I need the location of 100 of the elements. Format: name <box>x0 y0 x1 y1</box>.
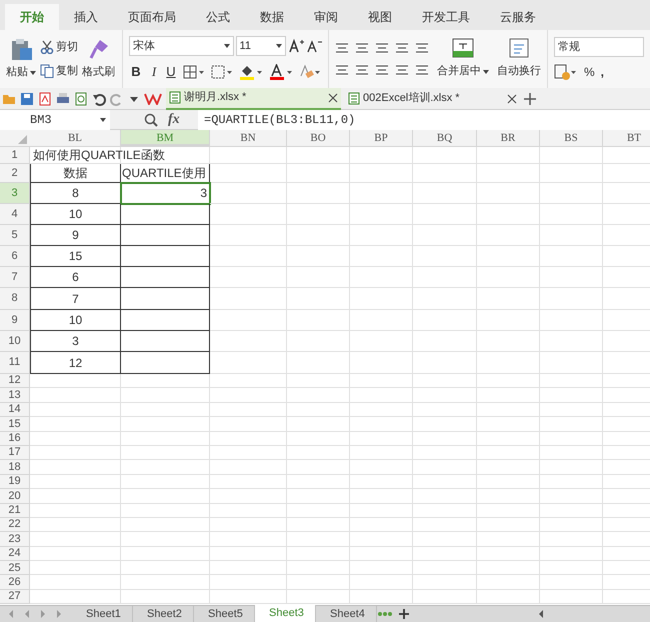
sheet-tab[interactable]: Sheet2 <box>133 606 194 622</box>
column-header[interactable]: BQ <box>413 130 477 146</box>
column-header[interactable]: BO <box>287 130 350 146</box>
row-header[interactable]: 26 <box>0 575 30 590</box>
ribbon-tab[interactable]: 页面布局 <box>113 4 191 30</box>
zoom-icon[interactable] <box>144 112 158 126</box>
close-icon[interactable] <box>507 94 517 104</box>
wrap-text-button[interactable]: 自动换行 <box>497 38 541 80</box>
row-header[interactable]: 17 <box>0 446 30 460</box>
row-header[interactable]: 7 <box>0 267 30 288</box>
formula-field[interactable]: =QUARTILE(BL3:BL11,0) <box>198 110 650 130</box>
row-header[interactable]: 11 <box>0 352 30 374</box>
table-cell <box>477 331 540 352</box>
ribbon-tab[interactable]: 插入 <box>59 4 113 30</box>
column-header[interactable]: BS <box>540 130 603 146</box>
save-icon[interactable] <box>20 92 34 106</box>
scroll-left-icon[interactable] <box>537 609 545 619</box>
comma-button[interactable]: , <box>600 63 604 81</box>
wps-logo-icon[interactable] <box>144 92 162 104</box>
row-header[interactable]: 8 <box>0 288 30 310</box>
row-header[interactable]: 16 <box>0 432 30 446</box>
align-top-icon[interactable] <box>335 42 349 54</box>
document-tab[interactable]: 谢明月.xlsx * <box>166 88 341 110</box>
row-header[interactable]: 25 <box>0 561 30 576</box>
merge-center-label: 合并居中 <box>437 64 481 80</box>
row-header[interactable]: 10 <box>0 331 30 352</box>
underline-button[interactable]: U <box>165 62 177 82</box>
row-header[interactable]: 22 <box>0 518 30 532</box>
print-preview-icon[interactable] <box>74 92 88 106</box>
indent-icon[interactable] <box>415 42 429 54</box>
ribbon-tab[interactable]: 开发工具 <box>407 4 485 30</box>
add-icon[interactable] <box>524 92 536 104</box>
table-cell <box>287 331 350 352</box>
ribbon-tab[interactable]: 数据 <box>245 4 299 30</box>
name-box[interactable]: BM3 <box>0 110 110 130</box>
decrease-font-icon[interactable] <box>306 38 322 54</box>
clear-format-icon[interactable] <box>299 64 321 80</box>
align-right-icon[interactable] <box>375 64 389 76</box>
row-header[interactable]: 4 <box>0 204 30 225</box>
row-header[interactable]: 20 <box>0 489 30 504</box>
row-header[interactable]: 14 <box>0 402 30 418</box>
format-painter-button[interactable]: 格式刷 <box>82 38 115 80</box>
sheet-tab[interactable]: Sheet4 <box>316 606 377 622</box>
close-icon[interactable] <box>328 92 338 102</box>
cut-button[interactable]: 剪切 <box>40 38 78 55</box>
row-header[interactable]: 24 <box>0 546 30 562</box>
font-color-icon[interactable] <box>269 64 293 80</box>
ribbon-tab[interactable]: 开始 <box>5 4 59 30</box>
row-header[interactable]: 6 <box>0 246 30 267</box>
font-size-field[interactable]: 11 <box>236 36 286 56</box>
row-header[interactable]: 12 <box>0 374 30 388</box>
column-header[interactable]: BT <box>603 130 650 146</box>
pdf-icon[interactable] <box>38 92 52 106</box>
row-header[interactable]: 19 <box>0 474 30 490</box>
outdent-icon[interactable] <box>395 42 409 54</box>
column-header[interactable]: BP <box>350 130 413 146</box>
font-name-field[interactable]: 宋体 <box>129 36 234 56</box>
ribbon-tab[interactable]: 审阅 <box>299 4 353 30</box>
sheet-tab[interactable]: Sheet1 <box>72 606 133 622</box>
row-header[interactable]: 5 <box>0 225 30 246</box>
print-icon[interactable] <box>56 92 70 106</box>
ribbon-tab[interactable]: 公式 <box>191 4 245 30</box>
row-header[interactable]: 9 <box>0 310 30 331</box>
column-header[interactable]: BM <box>121 130 210 146</box>
align-center-icon[interactable] <box>355 64 369 76</box>
bold-button[interactable]: B <box>129 62 143 82</box>
row-header[interactable]: 3 <box>0 183 30 204</box>
row-header[interactable]: 21 <box>0 504 30 518</box>
row-header[interactable]: 23 <box>0 532 30 547</box>
ribbon-tab[interactable]: 视图 <box>353 4 407 30</box>
align-left-icon[interactable] <box>335 64 349 76</box>
borders-icon[interactable] <box>183 65 205 79</box>
column-header[interactable]: BR <box>477 130 540 146</box>
row-header[interactable]: 13 <box>0 388 30 403</box>
document-tab[interactable]: 002Excel培训.xlsx * <box>345 88 520 110</box>
paste-button[interactable]: 粘贴 <box>6 37 36 81</box>
number-format-field[interactable]: 常规 <box>554 37 644 57</box>
row-header[interactable]: 18 <box>0 460 30 475</box>
cell-text: 9 <box>72 227 79 244</box>
cell-style-icon[interactable] <box>211 65 233 79</box>
align-middle-icon[interactable] <box>355 42 369 54</box>
merge-center-button[interactable]: 合并居中 <box>437 38 489 80</box>
undo-icon[interactable] <box>92 92 106 106</box>
row-header[interactable]: 1 <box>0 147 30 164</box>
row-header[interactable]: 15 <box>0 417 30 432</box>
percent-button[interactable]: % <box>584 63 595 81</box>
italic-button[interactable]: I <box>149 62 159 82</box>
add-sheet-icon[interactable] <box>399 609 409 619</box>
ribbon-tab[interactable]: 云服务 <box>485 4 551 30</box>
copy-button[interactable]: 复制 <box>40 63 78 80</box>
currency-icon[interactable] <box>554 64 578 80</box>
increase-font-icon[interactable] <box>288 38 304 54</box>
fill-color-icon[interactable] <box>239 64 263 80</box>
align-bottom-icon[interactable] <box>375 42 389 54</box>
distribute-icon[interactable] <box>415 64 429 76</box>
function-button[interactable]: fx <box>168 109 180 130</box>
justify-icon[interactable] <box>395 64 409 76</box>
row-header[interactable]: 2 <box>0 164 30 183</box>
column-header[interactable]: BN <box>210 130 287 146</box>
row-header[interactable]: 27 <box>0 590 30 604</box>
